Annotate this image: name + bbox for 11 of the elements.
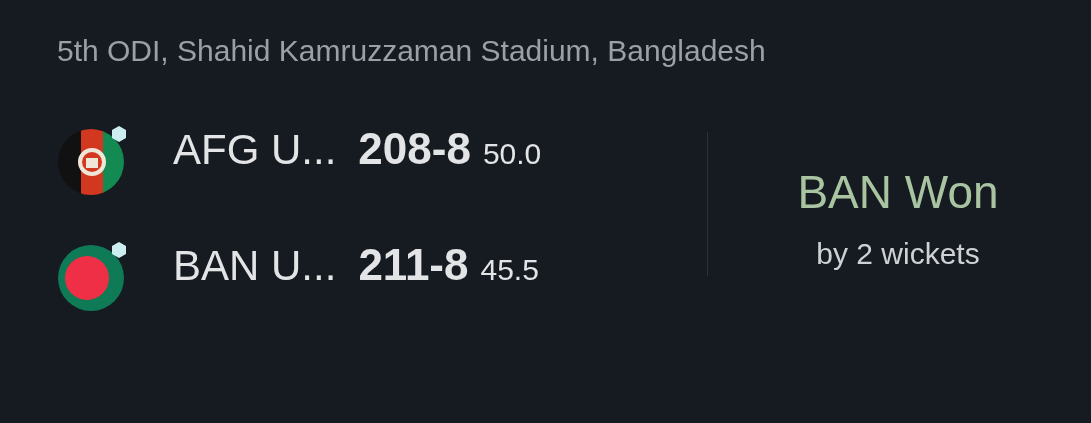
circle-flag-icon — [57, 240, 129, 312]
team-name: AFG U... — [173, 126, 337, 174]
overs: 45.5 — [480, 253, 539, 287]
team-name: BAN U... — [173, 242, 337, 290]
result-detail: by 2 wickets — [816, 237, 980, 271]
overs: 50.0 — [482, 137, 542, 171]
result-headline: BAN Won — [797, 165, 999, 219]
match-title: 5th ODI, Shahid Kamruzzaman Stadium, Bangladesh — [57, 34, 767, 68]
team-score: 208-8 — [358, 124, 471, 174]
team-score: 211-8 — [358, 240, 469, 290]
striped-flag-icon — [57, 124, 129, 196]
